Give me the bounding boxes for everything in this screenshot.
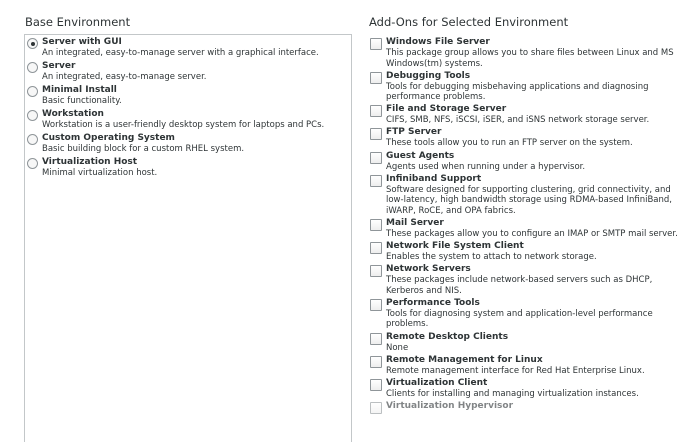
checkbox-icon[interactable]	[370, 174, 382, 187]
addon-performance-tools[interactable]: Performance Tools Tools for diagnosing s…	[370, 298, 686, 330]
radio-selected-icon[interactable]	[27, 38, 38, 49]
env-description: Workstation is a user-friendly desktop s…	[42, 120, 325, 130]
addon-name: Debugging Tools	[386, 70, 471, 81]
radio-icon[interactable]	[27, 110, 38, 121]
addon-mail-server[interactable]: Mail Server These packages allow you to …	[370, 218, 686, 240]
addon-name: FTP Server	[386, 127, 442, 138]
addon-name: File and Storage Server	[386, 104, 507, 115]
env-description: Basic functionality.	[42, 96, 122, 106]
addon-description: Tools for debugging misbehaving applicat…	[386, 81, 649, 103]
addons-title: Add-Ons for Selected Environment	[369, 15, 569, 29]
env-name: Minimal Install	[42, 85, 117, 95]
addon-name: Virtualization Client	[386, 377, 488, 388]
addon-guest-agents[interactable]: Guest Agents Agents used when running un…	[370, 151, 686, 173]
addon-name: Remote Management for Linux	[386, 354, 543, 365]
addon-name: Mail Server	[386, 217, 444, 228]
addon-virtualization-client[interactable]: Virtualization Client Clients for instal…	[370, 378, 686, 400]
addon-debugging-tools[interactable]: Debugging Tools Tools for debugging misb…	[370, 71, 686, 103]
checkbox-icon[interactable]	[370, 71, 382, 84]
env-item-minimal-install[interactable]: Minimal Install Basic functionality.	[27, 85, 349, 107]
addon-name: Network File System Client	[386, 241, 524, 252]
addon-name: Guest Agents	[386, 150, 455, 161]
addon-remote-management-for-linux[interactable]: Remote Management for Linux Remote manag…	[370, 355, 686, 377]
env-name: Server	[42, 61, 76, 71]
checkbox-icon[interactable]	[370, 128, 382, 141]
checkbox-icon[interactable]	[370, 298, 382, 311]
software-selection-screen: Base Environment Add-Ons for Selected En…	[0, 0, 695, 442]
env-name: Server with GUI	[42, 37, 122, 47]
checkbox-icon[interactable]	[370, 401, 382, 414]
addon-name: Network Servers	[386, 264, 471, 275]
checkbox-icon[interactable]	[370, 242, 382, 255]
addon-infiniband-support[interactable]: Infiniband Support Software designed for…	[370, 174, 686, 217]
checkbox-icon[interactable]	[370, 355, 382, 368]
env-description: An integrated, easy-to-manage server.	[42, 72, 207, 82]
addon-network-file-system-client[interactable]: Network File System Client Enables the s…	[370, 241, 686, 263]
addon-description: Tools for diagnosing system and applicat…	[386, 308, 653, 330]
env-name: Workstation	[42, 109, 104, 119]
env-item-server[interactable]: Server An integrated, easy-to-manage ser…	[27, 61, 349, 83]
addon-description: This package group allows you to share f…	[386, 48, 674, 69]
env-description: Basic building block for a custom RHEL s…	[42, 144, 245, 154]
env-name: Virtualization Host	[42, 157, 138, 167]
checkbox-icon[interactable]	[370, 151, 382, 164]
addon-description: These tools allow you to run an FTP serv…	[386, 138, 633, 149]
env-item-custom-operating-system[interactable]: Custom Operating System Basic building b…	[27, 133, 349, 155]
base-environment-list: Server with GUI An integrated, easy-to-m…	[27, 37, 349, 181]
addon-virtualization-hypervisor[interactable]: Virtualization Hypervisor	[370, 401, 686, 414]
addon-name: Performance Tools	[386, 297, 480, 308]
addon-description: Clients for installing and managing virt…	[386, 388, 639, 399]
radio-icon[interactable]	[27, 62, 38, 73]
addon-description: Enables the system to attach to network …	[386, 252, 597, 263]
env-description: Minimal virtualization host.	[42, 168, 158, 178]
env-name: Custom Operating System	[42, 133, 175, 143]
checkbox-icon[interactable]	[370, 378, 382, 391]
addon-name: Remote Desktop Clients	[386, 331, 509, 342]
addon-name: Windows File Server	[386, 37, 490, 47]
env-item-server-with-gui[interactable]: Server with GUI An integrated, easy-to-m…	[27, 37, 349, 59]
addon-description: CIFS, SMB, NFS, iSCSI, iSER, and iSNS ne…	[386, 115, 650, 126]
addon-description: None	[386, 342, 409, 353]
addons-list: Windows File Server This package group a…	[370, 37, 686, 442]
addon-file-and-storage-server[interactable]: File and Storage Server CIFS, SMB, NFS, …	[370, 104, 686, 126]
addon-description: Agents used when running under a hypervi…	[386, 161, 586, 172]
env-description: An integrated, easy-to-manage server wit…	[42, 48, 319, 58]
env-item-workstation[interactable]: Workstation Workstation is a user-friend…	[27, 109, 349, 131]
addon-description: Remote management interface for Red Hat …	[386, 365, 645, 376]
addon-name: Infiniband Support	[386, 173, 482, 184]
checkbox-icon[interactable]	[370, 38, 382, 50]
addon-network-servers[interactable]: Network Servers These packages include n…	[370, 264, 686, 296]
addon-ftp-server[interactable]: FTP Server These tools allow you to run …	[370, 127, 686, 149]
radio-icon[interactable]	[27, 86, 38, 97]
radio-icon[interactable]	[27, 158, 38, 169]
env-item-virtualization-host[interactable]: Virtualization Host Minimal virtualizati…	[27, 157, 349, 179]
addon-remote-desktop-clients[interactable]: Remote Desktop Clients None	[370, 332, 686, 354]
checkbox-icon[interactable]	[370, 332, 382, 345]
addon-description: Software designed for supporting cluster…	[386, 184, 672, 216]
base-environment-title: Base Environment	[25, 15, 131, 29]
checkbox-icon[interactable]	[370, 105, 382, 118]
addon-description: These packages include network-based ser…	[386, 275, 653, 296]
addon-windows-file-server[interactable]: Windows File Server This package group a…	[370, 37, 686, 69]
addon-name: Virtualization Hypervisor	[386, 400, 514, 411]
addon-description: These packages allow you to configure an…	[386, 228, 678, 239]
checkbox-icon[interactable]	[370, 265, 382, 278]
checkbox-icon[interactable]	[370, 218, 382, 231]
radio-icon[interactable]	[27, 134, 38, 145]
